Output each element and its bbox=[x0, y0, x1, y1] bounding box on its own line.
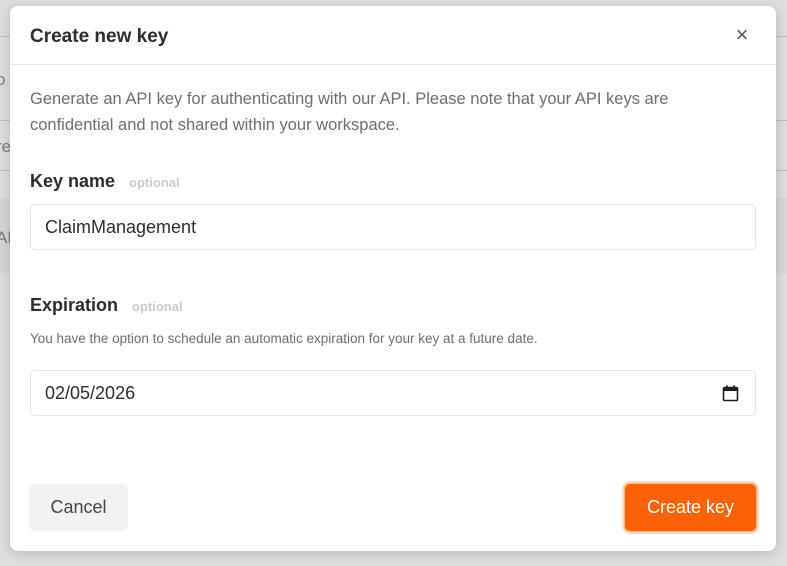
expiration-date-value: 02/05/2026 bbox=[45, 382, 136, 403]
close-icon[interactable]: × bbox=[730, 23, 754, 47]
optional-tag: optional bbox=[132, 299, 183, 314]
key-name-label: Key name bbox=[30, 171, 116, 191]
key-name-value: ClaimManagement bbox=[45, 216, 197, 237]
dialog-title: Create new key bbox=[30, 26, 169, 47]
expiration-label: Expiration bbox=[30, 295, 119, 315]
dialog-header: Create new key × bbox=[10, 6, 776, 65]
expiration-date-input[interactable]: 02/05/2026 bbox=[30, 370, 756, 416]
cancel-button[interactable]: Cancel bbox=[29, 484, 128, 531]
key-name-label-row: Key name optional bbox=[30, 171, 180, 192]
create-key-button[interactable]: Create key bbox=[624, 483, 757, 532]
key-name-input[interactable]: ClaimManagement bbox=[30, 204, 756, 250]
calendar-icon[interactable] bbox=[722, 385, 739, 402]
expiration-label-row: Expiration optional bbox=[30, 295, 183, 316]
create-key-dialog: Create new key × Generate an API key for… bbox=[10, 6, 776, 551]
expiration-help-text: You have the option to schedule an autom… bbox=[30, 331, 538, 346]
optional-tag: optional bbox=[129, 175, 180, 190]
background-text-fragment: o bbox=[0, 70, 6, 89]
dialog-description: Generate an API key for authenticating w… bbox=[30, 90, 669, 134]
